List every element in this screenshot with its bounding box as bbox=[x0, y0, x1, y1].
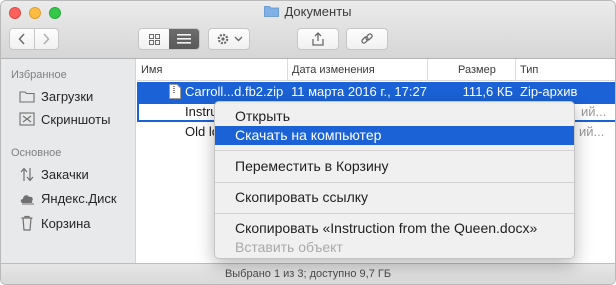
menu-item-copy-link[interactable]: Скопировать ссылку bbox=[215, 188, 574, 207]
list-icon bbox=[177, 34, 191, 44]
column-header-date[interactable]: Дата изменения bbox=[287, 59, 427, 81]
folder-icon bbox=[18, 88, 36, 104]
sidebar-item-label: Корзина bbox=[41, 215, 91, 231]
gear-icon bbox=[217, 33, 228, 45]
file-name: Old lo bbox=[185, 124, 215, 139]
file-name: Carroll...d.fb2.zip bbox=[185, 84, 284, 99]
table-row[interactable]: Carroll...d.fb2.zip 11 марта 2016 г., 17… bbox=[137, 82, 615, 102]
sidebar-item-yandex-disk[interactable]: Яндекс.Диск bbox=[18, 189, 117, 207]
sidebar-item-label: Яндекс.Диск bbox=[41, 190, 117, 206]
share-icon bbox=[312, 32, 324, 46]
titlebar: Документы bbox=[1, 1, 615, 59]
menu-item-copy-item[interactable]: Скопировать «Instruction from the Queen.… bbox=[215, 219, 574, 238]
folder-icon bbox=[264, 5, 280, 17]
sidebar-item-downloads[interactable]: Загрузки bbox=[18, 87, 93, 105]
sidebar-item-trash[interactable]: Корзина bbox=[18, 214, 91, 232]
scissors-icon bbox=[18, 111, 36, 127]
file-type: ий... bbox=[579, 124, 605, 139]
grid-icon bbox=[148, 33, 160, 45]
column-header-name[interactable]: Имя bbox=[137, 59, 287, 81]
menu-separator bbox=[215, 182, 574, 183]
menu-item-move-to-trash[interactable]: Переместить в Корзину bbox=[215, 157, 574, 176]
column-header-size[interactable]: Размер bbox=[427, 59, 515, 81]
menu-item-download[interactable]: Скачать на компьютер bbox=[215, 126, 574, 145]
chevron-left-icon bbox=[18, 33, 25, 45]
menu-item-open[interactable]: Открыть bbox=[215, 107, 574, 126]
forward-button[interactable] bbox=[33, 29, 58, 49]
column-header-type[interactable]: Тип bbox=[515, 59, 615, 81]
finder-window: Документы Избранное Загрузки Скриншоты О… bbox=[0, 0, 616, 285]
status-bar: Выбрано 1 из 3; доступно 9,7 ГБ bbox=[1, 263, 615, 284]
sidebar-item-label: Загрузки bbox=[41, 88, 94, 104]
context-menu: Открыть Скачать на компьютер Переместить… bbox=[214, 101, 575, 259]
list-view-button[interactable] bbox=[169, 29, 199, 49]
menu-item-paste: Вставить объект bbox=[235, 239, 343, 255]
sync-arrows-icon bbox=[18, 166, 36, 182]
icon-view-button[interactable] bbox=[139, 29, 169, 49]
window-title: Документы bbox=[1, 4, 615, 19]
sidebar-item-screenshots[interactable]: Скриншоты bbox=[18, 110, 110, 128]
file-name: Instru bbox=[185, 104, 215, 119]
cloud-icon bbox=[18, 190, 36, 206]
file-type: Zip-архив bbox=[520, 84, 578, 99]
share-button[interactable] bbox=[297, 28, 339, 50]
chevron-down-icon bbox=[234, 36, 242, 42]
sidebar-heading-favorites: Избранное bbox=[11, 69, 67, 81]
zip-file-icon bbox=[169, 84, 181, 99]
list-header: Имя Дата изменения Размер Тип bbox=[137, 59, 615, 81]
sidebar-item-label: Скриншоты bbox=[41, 111, 111, 127]
menu-separator bbox=[215, 213, 574, 214]
trash-icon bbox=[18, 215, 36, 231]
file-type: ий... bbox=[581, 104, 607, 119]
status-text: Выбрано 1 из 3; доступно 9,7 ГБ bbox=[224, 268, 392, 280]
back-button[interactable] bbox=[10, 29, 34, 49]
view-mode-group bbox=[138, 28, 200, 50]
back-forward-group bbox=[9, 28, 59, 50]
file-size: 111,6 КБ bbox=[462, 84, 513, 99]
sidebar: Избранное Загрузки Скриншоты Основное За… bbox=[1, 59, 136, 263]
chevron-right-icon bbox=[43, 33, 51, 45]
sidebar-item-label: Закачки bbox=[41, 166, 89, 182]
sidebar-item-uploads[interactable]: Закачки bbox=[18, 165, 89, 183]
copy-link-button[interactable] bbox=[346, 28, 388, 50]
action-menu-button[interactable] bbox=[208, 28, 250, 50]
file-date: 11 марта 2016 г., 17:27 bbox=[291, 84, 427, 99]
sidebar-heading-main: Основное bbox=[11, 147, 62, 159]
menu-separator bbox=[215, 150, 574, 151]
link-icon bbox=[361, 33, 373, 44]
window-title-text: Документы bbox=[284, 4, 352, 19]
